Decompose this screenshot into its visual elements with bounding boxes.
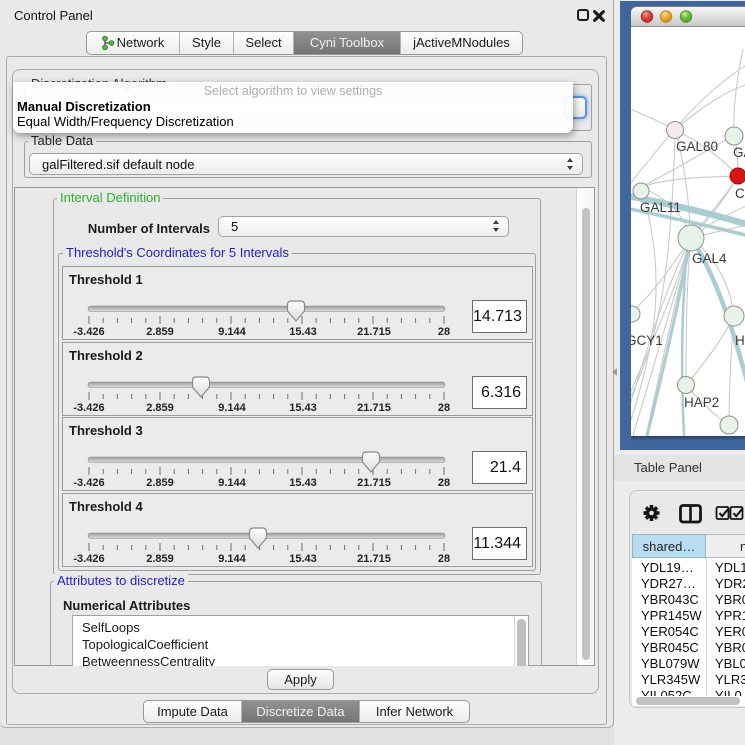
svg-text:-3.426: -3.426 — [73, 477, 104, 489]
svg-text:2.859: 2.859 — [146, 402, 174, 414]
svg-text:9.144: 9.144 — [218, 402, 246, 414]
svg-text:21.715: 21.715 — [357, 326, 391, 338]
svg-text:15.43: 15.43 — [289, 326, 317, 338]
svg-text:9.144: 9.144 — [218, 553, 246, 565]
svg-text:21.715: 21.715 — [357, 477, 391, 489]
svg-text:21.715: 21.715 — [357, 553, 391, 565]
svg-text:28: 28 — [438, 553, 450, 565]
svg-text:28: 28 — [438, 326, 450, 338]
svg-text:15.43: 15.43 — [289, 477, 317, 489]
svg-text:15.43: 15.43 — [289, 402, 317, 414]
svg-text:GAL80: GAL80 — [676, 139, 718, 154]
svg-text:HAP2: HAP2 — [684, 395, 719, 410]
svg-text:15.43: 15.43 — [289, 553, 317, 565]
svg-text:2.859: 2.859 — [146, 553, 174, 565]
svg-text:C: C — [735, 186, 745, 201]
svg-text:2.859: 2.859 — [146, 477, 174, 489]
svg-text:-3.426: -3.426 — [73, 402, 104, 414]
svg-text:-3.426: -3.426 — [73, 326, 104, 338]
svg-text:-3.426: -3.426 — [73, 553, 104, 565]
svg-text:GAL11: GAL11 — [640, 200, 681, 215]
svg-text:GAL4: GAL4 — [692, 251, 727, 266]
svg-text:21.715: 21.715 — [357, 402, 391, 414]
svg-text:9.144: 9.144 — [218, 477, 246, 489]
svg-text:GCY1: GCY1 — [631, 333, 663, 348]
svg-text:28: 28 — [438, 402, 450, 414]
svg-text:2.859: 2.859 — [146, 326, 174, 338]
svg-text:H: H — [735, 333, 745, 348]
svg-text:9.144: 9.144 — [218, 326, 246, 338]
svg-text:28: 28 — [438, 477, 450, 489]
svg-text:GA: GA — [733, 145, 745, 160]
